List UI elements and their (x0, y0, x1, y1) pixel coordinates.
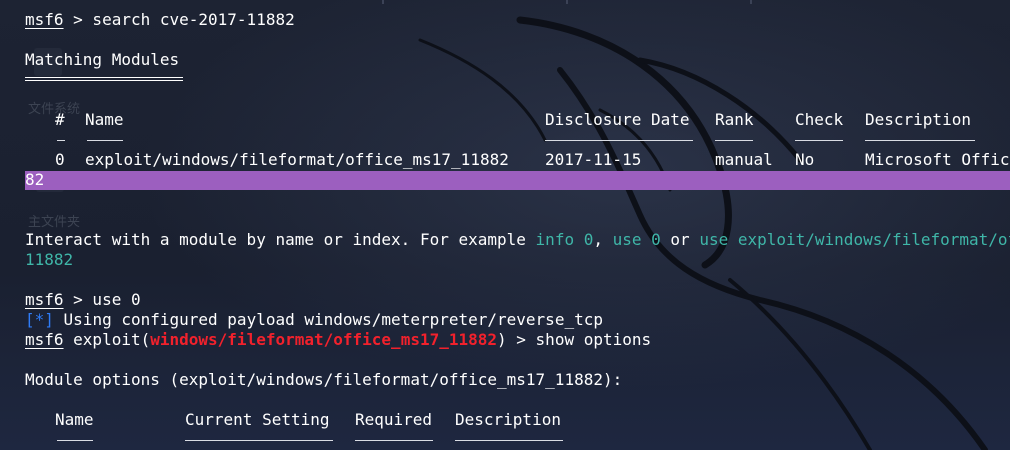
col-header-disclosure-date: Disclosure Date (545, 110, 690, 129)
row-number: 0 (55, 150, 65, 169)
options-header-rule (455, 440, 563, 441)
command-line-show-options: msf6 exploit(windows/fileformat/office_m… (25, 330, 651, 350)
options-header-rule (355, 440, 433, 441)
col-header-number: # (55, 110, 65, 129)
msf-prompt: msf6 (25, 10, 64, 29)
msf-prompt: msf6 (25, 330, 64, 349)
col-header-description: Description (865, 110, 971, 129)
command-line-use: msf6 > use 0 (25, 290, 141, 310)
module-options-heading: Module options (exploit/windows/fileform… (25, 370, 623, 389)
command-text: > search cve-2017-11882 (63, 10, 295, 29)
matching-modules-heading: Matching Modules (25, 50, 180, 69)
active-module-name: windows/fileformat/office_ms17_11882 (150, 330, 498, 349)
header-rule (865, 140, 975, 141)
terminal-window[interactable]: 文件系统 主文件夹 msf6 > search cve-2017-11882 M… (0, 0, 1010, 450)
header-rule (545, 140, 693, 141)
selection-highlight (25, 171, 1010, 190)
command-line-search: msf6 > search cve-2017-11882 (25, 10, 295, 30)
options-col-required: Required (355, 410, 433, 429)
header-rule (87, 140, 123, 141)
command-text: > use 0 (63, 290, 141, 309)
options-col-name: Name (55, 410, 94, 429)
heading-double-underline (25, 80, 183, 81)
hint-example-info: info 0 (535, 230, 594, 249)
hint-example-use-path: use exploit/windows/fileformat/office_ms… (699, 230, 1010, 249)
header-rule (715, 140, 753, 141)
row-check: No (795, 150, 815, 169)
row-rank: manual (715, 150, 773, 169)
hint-prefix: Interact with a module by name or index.… (25, 230, 536, 249)
heading-double-underline (25, 77, 183, 78)
info-marker-icon: [*] (25, 310, 54, 329)
hint-sep: or (660, 230, 700, 249)
command-post: ) > show options (497, 330, 652, 349)
hint-example-use-index: use 0 (612, 230, 661, 249)
col-header-check: Check (795, 110, 844, 129)
desktop-icon-label-filesystem: 文件系统 (28, 102, 81, 117)
hint-wrap: 11882 (25, 250, 74, 269)
msf-prompt: msf6 (25, 290, 64, 309)
options-col-current-setting: Current Setting (185, 410, 330, 429)
options-col-description: Description (455, 410, 561, 429)
row-module-name: exploit/windows/fileformat/office_ms17_1… (85, 150, 509, 169)
hint-sep: , (593, 230, 613, 249)
row-disclosure-date: 2017-11-15 (545, 150, 642, 169)
options-header-rule (185, 440, 333, 441)
interact-hint: Interact with a module by name or index.… (25, 230, 1010, 250)
wrapped-text-82: 82 (25, 170, 45, 189)
status-text: Using configured payload windows/meterpr… (53, 310, 603, 329)
desktop-icon-label-home: 主文件夹 (28, 215, 81, 230)
header-rule (795, 140, 843, 141)
header-rule (57, 140, 65, 141)
options-header-rule (57, 440, 93, 441)
row-description: Microsoft Office (865, 150, 1010, 169)
status-line: [*] Using configured payload windows/met… (25, 310, 603, 330)
col-header-name: Name (85, 110, 124, 129)
col-header-rank: Rank (715, 110, 754, 129)
command-pre: exploit( (63, 330, 151, 349)
